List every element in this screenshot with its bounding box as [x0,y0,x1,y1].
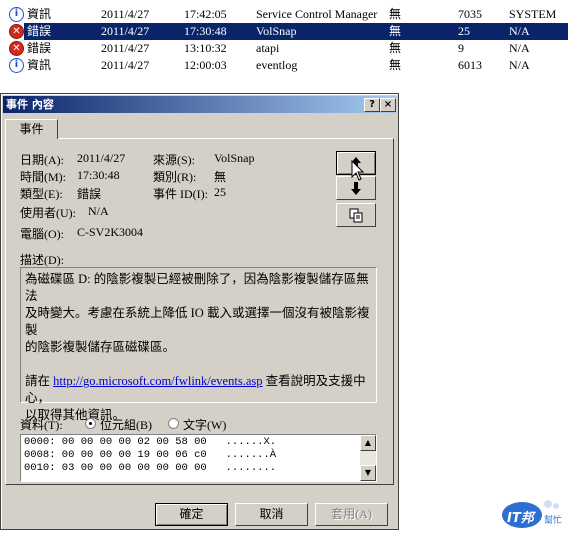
source-value: VolSnap [214,151,255,165]
event-type: 錯誤 [27,41,52,55]
data-label: 資料(T): [20,418,63,432]
event-user: N/A [509,41,530,55]
category-value: 無 [214,170,227,184]
event-source: atapi [256,41,280,55]
help-prefix: 請在 [25,374,54,388]
words-radio-label[interactable]: 文字(W) [183,416,226,433]
user-value: N/A [88,204,109,218]
event-category: 無 [389,7,402,21]
dialog-title: 事件 內容 [6,98,54,111]
computer-value: C-SV2K3004 [77,225,144,239]
description-box[interactable]: 為磁碟區 D: 的陰影複製已經被刪除了，因為陰影複製儲存區無法 及時變大。考慮在… [20,267,377,422]
eventid-value: 25 [214,185,226,199]
event-date: 2011/4/27 [101,58,150,72]
source-label: 來源(S): [153,153,196,167]
info-icon: i [9,58,24,73]
data-line: 0000: 00 00 00 00 02 00 58 00 ......X. [24,436,277,448]
data-line: 0008: 00 00 00 00 19 00 06 c0 .......À [24,449,277,461]
event-category: 無 [389,24,402,38]
event-id: 7035 [458,7,482,21]
event-list: i 資訊 2011/4/27 17:42:05 Service Control … [0,0,568,78]
event-category: 無 [389,58,402,72]
bytes-radio[interactable] [85,418,96,429]
type-value: 錯誤 [77,187,102,201]
event-row[interactable]: i 資訊 2011/4/27 17:42:05 Service Control … [0,6,568,23]
date-label: 日期(A): [20,153,64,167]
category-label: 類別(R): [153,170,197,184]
logo-sub: 幫忙 [544,516,563,526]
mouse-cursor-icon [351,160,365,181]
description-line: 為磁碟區 D: 的陰影複製已經被刪除了，因為陰影複製儲存區無法 [25,272,369,303]
logo-brand: IT邦 [507,511,534,526]
event-row-selected[interactable]: ✕ 錯誤 2011/4/27 17:30:48 VolSnap 無 25 N/A [0,23,568,40]
event-time: 12:00:03 [184,58,227,72]
scroll-up-button[interactable]: ▲ [360,435,376,451]
help-link[interactable]: http://go.microsoft.com/fwlink/events.as… [53,374,262,388]
event-time: 13:10:32 [184,41,227,55]
description-line: 及時變大。考慮在系統上降低 IO 載入或選擇一個沒有被陰影複製 [25,306,370,337]
tab-event[interactable]: 事件 [5,119,58,139]
ok-button[interactable]: 確定 [155,503,228,526]
event-date: 2011/4/27 [101,7,150,21]
event-time: 17:42:05 [184,7,227,21]
data-box[interactable]: 0000: 00 00 00 00 02 00 58 00 ......X. 0… [20,434,377,482]
words-radio[interactable] [168,418,179,429]
info-icon: i [9,7,24,22]
copy-icon [349,208,363,223]
event-row[interactable]: i 資訊 2011/4/27 12:00:03 eventlog 無 6013 … [0,57,568,74]
time-label: 時間(M): [20,170,66,184]
date-value: 2011/4/27 [77,151,126,165]
event-id: 25 [458,24,470,38]
event-source: VolSnap [256,24,297,38]
user-label: 使用者(U): [20,206,76,220]
event-type: 資訊 [27,7,52,21]
description-label: 描述(D): [20,253,64,267]
description-line: 的陰影複製儲存區磁碟區。 [25,340,176,354]
data-line: 0010: 03 00 00 00 00 00 00 00 ........ [24,462,277,474]
computer-label: 電腦(O): [20,227,64,241]
event-user: SYSTEM [509,7,557,21]
bytes-radio-label[interactable]: 位元組(B) [100,416,152,433]
event-user: N/A [509,58,530,72]
type-label: 類型(E): [20,187,63,201]
event-user: N/A [509,24,530,38]
event-time: 17:30:48 [184,24,227,38]
event-category: 無 [389,41,402,55]
event-source: Service Control Manager [256,7,378,21]
event-type: 資訊 [27,58,52,72]
event-id: 6013 [458,58,482,72]
close-button[interactable]: × [380,98,396,112]
error-icon: ✕ [9,24,24,39]
data-scrollbar[interactable]: ▲ ▼ [360,435,376,481]
ithome-logo: IT邦 幫忙 [500,496,564,530]
copy-button[interactable] [336,203,376,227]
eventid-label: 事件 ID(I): [153,187,208,201]
event-type: 錯誤 [27,24,52,38]
dialog-titlebar[interactable]: 事件 內容 ? × [3,96,396,113]
event-date: 2011/4/27 [101,41,150,55]
time-value: 17:30:48 [77,168,120,182]
help-button[interactable]: ? [364,98,380,112]
event-row[interactable]: ✕ 錯誤 2011/4/27 13:10:32 atapi 無 9 N/A [0,40,568,57]
cancel-button[interactable]: 取消 [235,503,308,526]
error-icon: ✕ [9,41,24,56]
event-date: 2011/4/27 [101,24,150,38]
event-source: eventlog [256,58,298,72]
apply-button[interactable]: 套用(A) [315,503,388,526]
event-id: 9 [458,41,464,55]
scroll-down-button[interactable]: ▼ [360,465,376,481]
